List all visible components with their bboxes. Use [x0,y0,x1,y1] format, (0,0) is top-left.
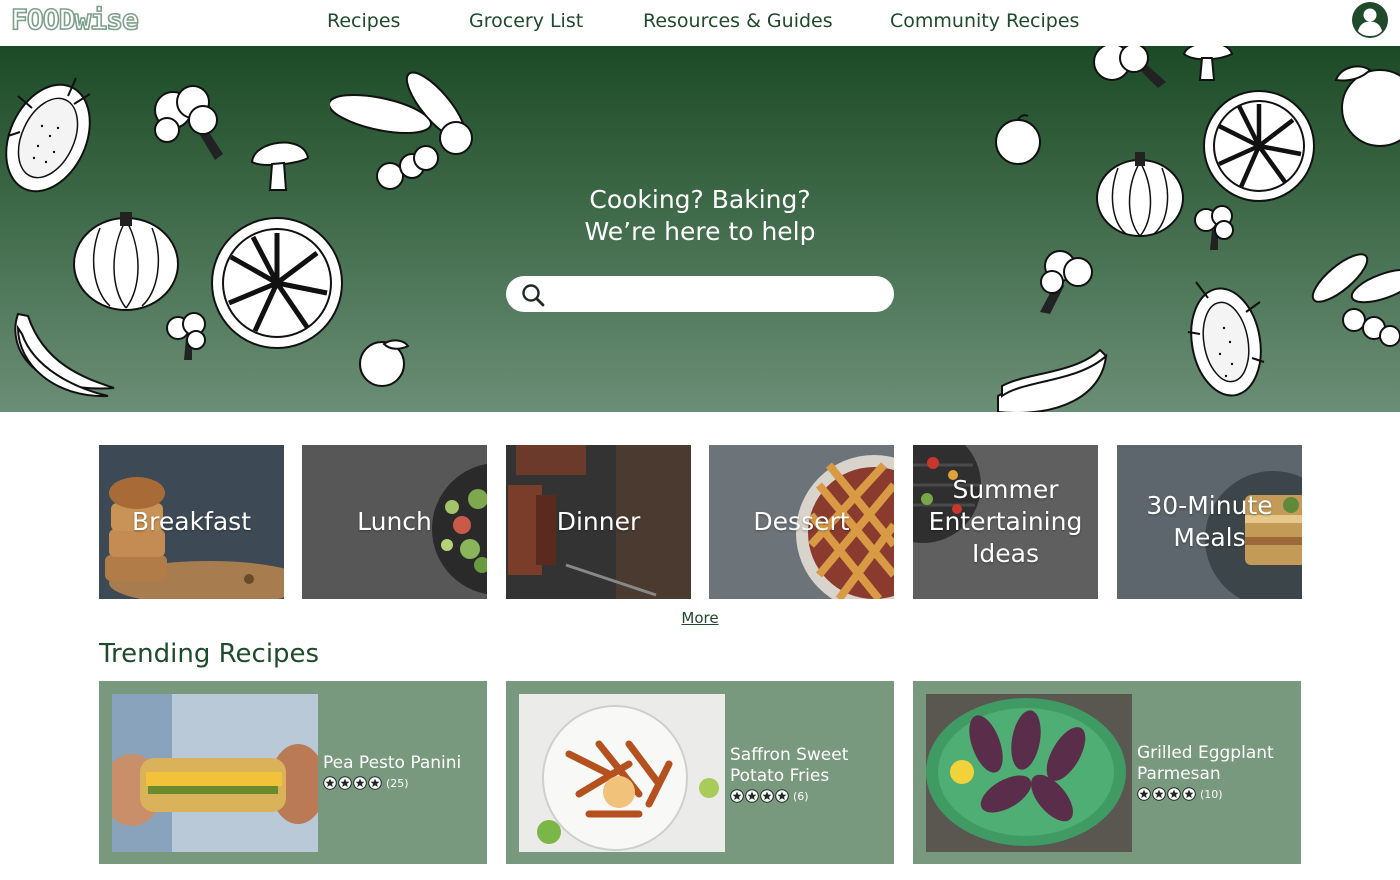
star-icon [368,776,382,790]
recipe-image [519,694,725,852]
recipe-rating: (25) [323,776,483,790]
star-icon [338,776,352,790]
recipe-image [112,694,318,852]
hero-banner: Cooking? Baking? We’re here to help [0,46,1400,412]
search-input[interactable] [554,280,880,308]
search-bar[interactable] [506,276,894,312]
star-icon [353,776,367,790]
recipe-info: Saffron Sweet Potato Fries (6) [730,745,890,803]
category-tile-summer-entertaining[interactable]: Summer Entertaining Ideas [913,445,1098,599]
rating-count: (6) [793,789,809,803]
mushroom-illustration [1182,46,1234,81]
cucumber-illustration [330,71,473,190]
banana-illustration [14,312,115,398]
star-icon [760,789,774,803]
orange-slice-illustration [211,217,343,349]
category-label: 30-Minute Meals [1146,491,1273,552]
top-navigation-bar: FOODwise Recipes Grocery List Resources … [0,0,1400,46]
banana-illustration [997,348,1108,412]
peach-illustration [359,339,410,387]
recipe-card-pea-pesto-panini[interactable]: Pea Pesto Panini (25) [99,681,487,864]
main-nav: Recipes Grocery List Resources & Guides … [0,9,1400,33]
category-label: Summer Entertaining Ideas [928,475,1083,568]
category-label: Dessert [753,507,850,536]
category-tile-30-minute-meals[interactable]: 30-Minute Meals [1117,445,1302,599]
recipe-card-grilled-eggplant-parmesan[interactable]: Grilled Eggplant Parmesan (10) [913,681,1301,864]
broccoli-illustration [154,85,223,160]
category-tile-dinner[interactable]: Dinner [506,445,691,599]
rating-count: (25) [386,776,409,790]
category-label: Dinner [556,507,641,536]
hero-line-2: We’re here to help [584,217,816,246]
mushroom-illustration [250,141,310,191]
user-circle-icon[interactable] [1351,1,1389,39]
recipe-name: Grilled Eggplant Parmesan [1137,743,1274,784]
peach-illustration [1334,65,1400,147]
dragon-fruit-illustration [1187,281,1265,397]
trending-recipes-heading: Trending Recipes [99,639,320,669]
pumpkin-illustration [1096,152,1184,237]
star-icon [1137,787,1151,801]
star-icon [1182,787,1196,801]
star-icon [730,789,744,803]
category-tile-lunch[interactable]: Lunch [302,445,487,599]
recipe-name: Pea Pesto Panini [323,753,462,773]
search-icon[interactable] [520,282,546,308]
category-tile-dessert[interactable]: Dessert [709,445,894,599]
star-icon [775,789,789,803]
broccoli-illustration [1194,205,1234,250]
nav-item-recipes[interactable]: Recipes [327,9,400,33]
dragon-fruit-illustration [5,77,91,193]
nav-item-resources-guides[interactable]: Resources & Guides [643,9,833,33]
nav-item-grocery-list[interactable]: Grocery List [469,9,583,33]
hero-line-1: Cooking? Baking? [589,185,811,214]
pumpkin-illustration [73,212,179,311]
recipe-rating: (6) [730,789,890,803]
category-label: Lunch [357,507,432,536]
broccoli-illustration [166,312,206,360]
category-tile-breakfast[interactable]: Breakfast [99,445,284,599]
category-label: Breakfast [131,507,251,536]
star-icon [323,776,337,790]
recipe-image [926,694,1132,852]
broccoli-illustration [1040,250,1093,314]
cucumber-illustration [1311,253,1400,347]
apple-illustration [995,114,1041,165]
broccoli-illustration [1093,46,1166,88]
nav-item-community-recipes[interactable]: Community Recipes [890,9,1079,33]
star-icon [1167,787,1181,801]
recipe-card-saffron-sweet-potato-fries[interactable]: Saffron Sweet Potato Fries (6) [506,681,894,864]
star-icon [1152,787,1166,801]
star-icon [745,789,759,803]
rating-count: (10) [1200,787,1223,801]
more-categories-link[interactable]: More [681,609,718,627]
hero-heading: Cooking? Baking? We’re here to help [450,184,950,248]
recipe-name: Saffron Sweet Potato Fries [730,745,849,786]
recipe-info: Grilled Eggplant Parmesan (10) [1137,743,1297,801]
recipe-info: Pea Pesto Panini (25) [323,753,483,790]
more-categories: More [0,609,1400,627]
orange-slice-illustration [1203,90,1315,202]
recipe-rating: (10) [1137,787,1297,801]
